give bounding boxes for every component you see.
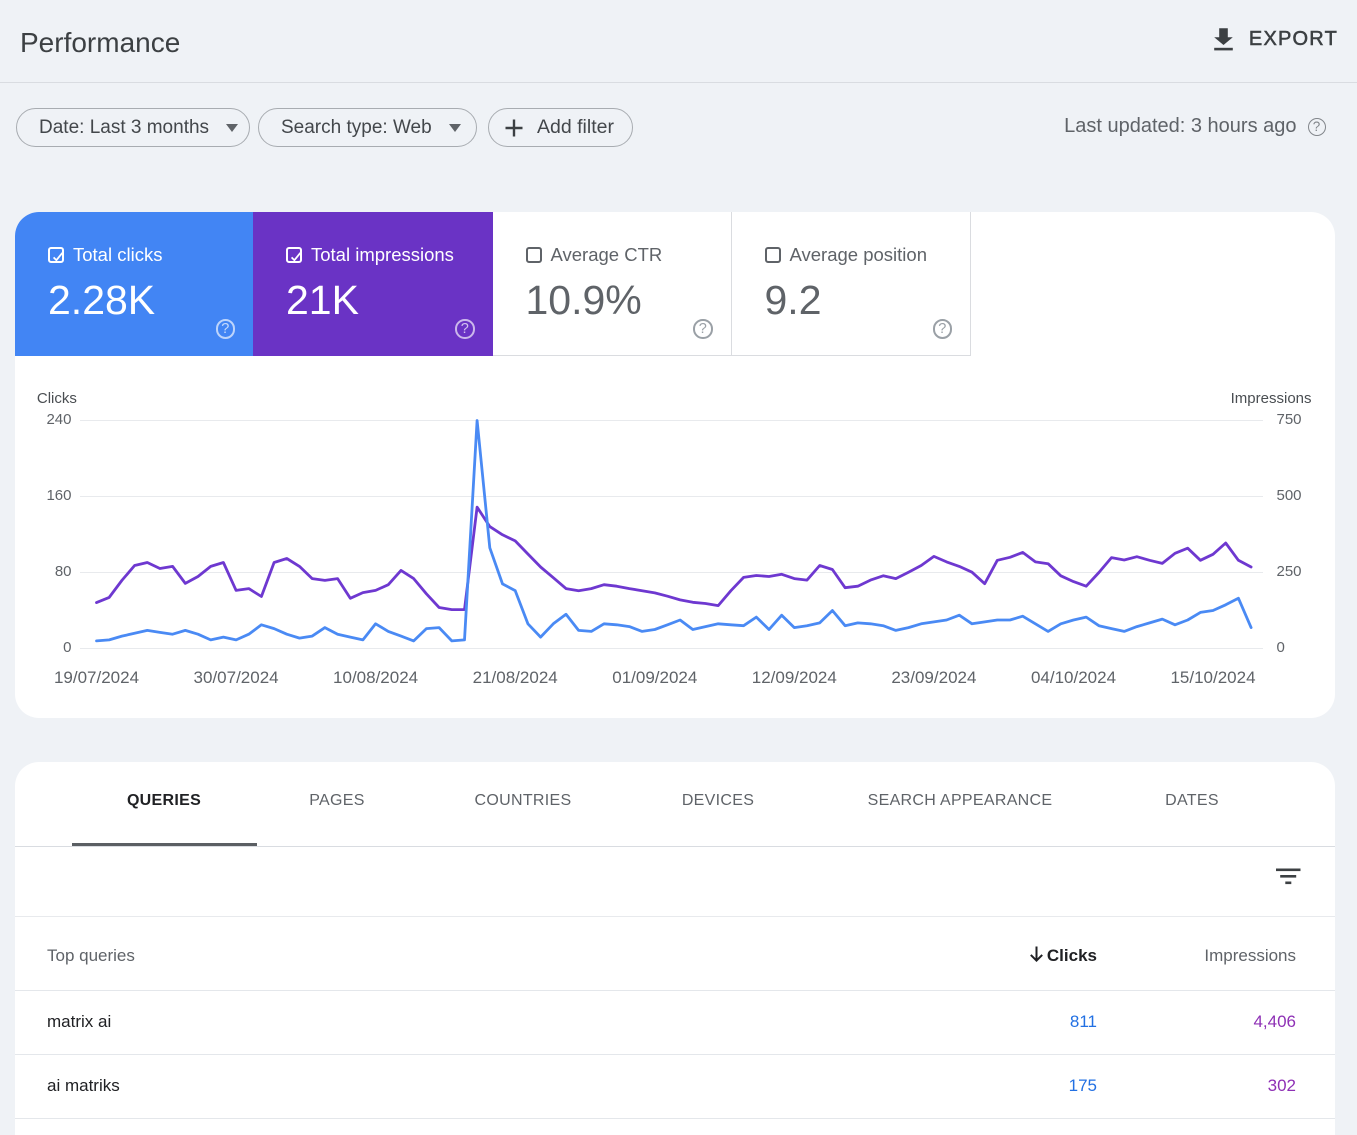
svg-text:Impressions: Impressions <box>1231 390 1312 407</box>
svg-text:160: 160 <box>46 487 71 504</box>
svg-text:23/09/2024: 23/09/2024 <box>891 668 976 687</box>
svg-text:750: 750 <box>1277 411 1302 428</box>
svg-text:21/08/2024: 21/08/2024 <box>473 668 558 687</box>
svg-text:0: 0 <box>63 639 71 656</box>
svg-text:04/10/2024: 04/10/2024 <box>1031 668 1116 687</box>
svg-text:12/09/2024: 12/09/2024 <box>752 668 837 687</box>
svg-text:01/09/2024: 01/09/2024 <box>612 668 697 687</box>
svg-text:240: 240 <box>46 411 71 428</box>
svg-text:250: 250 <box>1277 563 1302 580</box>
svg-text:80: 80 <box>55 563 72 580</box>
svg-text:19/07/2024: 19/07/2024 <box>54 668 139 687</box>
svg-text:Clicks: Clicks <box>37 390 77 407</box>
svg-text:15/10/2024: 15/10/2024 <box>1170 668 1255 687</box>
svg-text:500: 500 <box>1277 487 1302 504</box>
svg-text:30/07/2024: 30/07/2024 <box>194 668 279 687</box>
svg-text:10/08/2024: 10/08/2024 <box>333 668 418 687</box>
svg-text:0: 0 <box>1277 639 1285 656</box>
